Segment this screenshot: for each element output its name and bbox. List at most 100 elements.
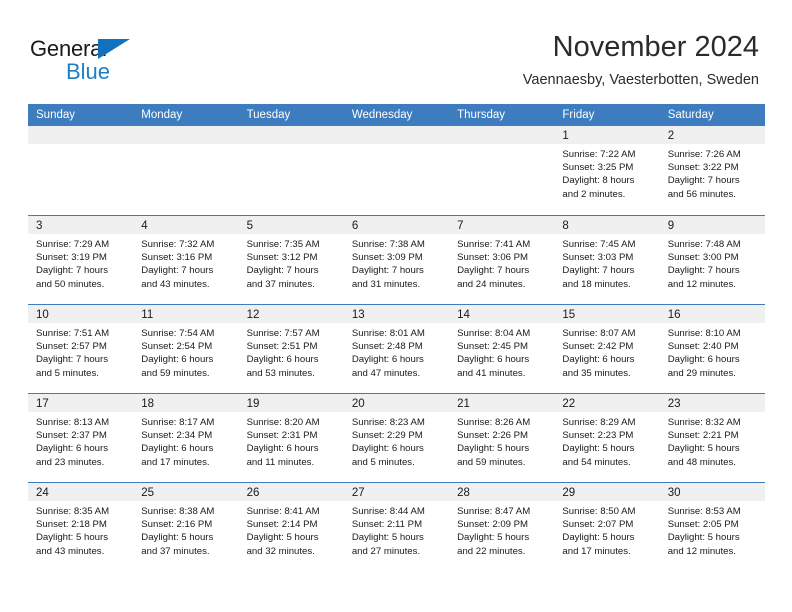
day-cell-25[interactable]: 25 Sunrise: 8:38 AM Sunset: 2:16 PM Dayligh… — [133, 483, 239, 571]
day-cell-28[interactable]: 28 Sunrise: 8:47 AM Sunset: 2:09 PM Dayligh… — [449, 483, 555, 571]
day-cell-24[interactable]: 24 Sunrise: 8:35 AM Sunset: 2:18 PM Dayligh… — [28, 483, 134, 571]
day-details: Sunrise: 8:17 AM Sunset: 2:34 PM Daylight:… — [133, 412, 238, 469]
day-details: Sunrise: 8:10 AM Sunset: 2:40 PM Daylight:… — [660, 323, 765, 380]
day-detail-line: and 5 minutes. — [351, 456, 415, 468]
day-detail-line: Daylight: 8 hours — [562, 175, 635, 187]
day-detail-line: Daylight: 7 hours — [667, 175, 740, 187]
day-detail-line: and 50 minutes. — [36, 278, 105, 290]
day-cell-16[interactable]: 16 Sunrise: 8:10 AM Sunset: 2:40 PM Dayligh… — [659, 305, 765, 393]
day-cell-18[interactable]: 18 Sunrise: 8:17 AM Sunset: 2:34 PM Dayligh… — [133, 394, 239, 482]
day-details: Sunrise: 8:53 AM Sunset: 2:05 PM Daylight:… — [660, 501, 765, 558]
calendar-weeks: 1 Sunrise: 7:22 AM Sunset: 3:25 PM Daylight… — [28, 126, 765, 571]
day-detail-line: Sunrise: 7:45 AM — [562, 239, 636, 250]
day-detail-line: and 53 minutes. — [246, 367, 315, 379]
day-cell-12[interactable]: 12 Sunrise: 7:57 AM Sunset: 2:51 PM Dayligh… — [238, 305, 344, 393]
calendar-week-row: 10 Sunrise: 7:51 AM Sunset: 2:57 PM Dayligh… — [28, 304, 765, 393]
day-detail-line: Daylight: 5 hours — [141, 532, 214, 544]
day-detail-line: and 59 minutes. — [141, 367, 210, 379]
day-detail-line: Daylight: 5 hours — [667, 532, 740, 544]
day-detail-line: Sunset: 2:51 PM — [246, 341, 318, 353]
day-cell-30[interactable]: 30 Sunrise: 8:53 AM Sunset: 2:05 PM Dayligh… — [659, 483, 765, 571]
day-number-band: 8 — [554, 216, 660, 234]
day-cell-20[interactable]: 20 Sunrise: 8:23 AM Sunset: 2:29 PM Dayligh… — [343, 394, 450, 482]
day-details — [344, 144, 449, 148]
day-number: 29 — [562, 487, 576, 499]
day-number-band: 19 — [238, 394, 344, 412]
day-cell-7[interactable]: 7 Sunrise: 7:41 AM Sunset: 3:06 PM Daylight… — [449, 216, 555, 304]
weekday-header-thursday: Thursday — [457, 109, 506, 121]
day-cell-21[interactable]: 21 Sunrise: 8:26 AM Sunset: 2:26 PM Dayligh… — [449, 394, 555, 482]
calendar-week-row: 1 Sunrise: 7:22 AM Sunset: 3:25 PM Daylight… — [28, 126, 765, 215]
calendar-grid: Sunday Monday Tuesday Wednesday Thursday Frid… — [28, 104, 765, 571]
day-detail-line: Sunrise: 7:35 AM — [246, 239, 320, 250]
day-cell-29[interactable]: 29 Sunrise: 8:50 AM Sunset: 2:07 PM Dayligh… — [554, 483, 660, 571]
day-detail-line: Sunrise: 7:29 AM — [36, 239, 110, 250]
day-number: 16 — [667, 309, 681, 321]
day-cell-6[interactable]: 6 Sunrise: 7:38 AM Sunset: 3:09 PM Daylight… — [343, 216, 450, 304]
day-detail-line: and 35 minutes. — [562, 367, 631, 379]
day-number-band: 15 — [554, 305, 660, 323]
day-number-band: 16 — [659, 305, 765, 323]
day-cell-11[interactable]: 11 Sunrise: 7:54 AM Sunset: 2:54 PM Dayligh… — [133, 305, 239, 393]
day-cell-1[interactable]: 1 Sunrise: 7:22 AM Sunset: 3:25 PM Daylight… — [554, 126, 660, 215]
generalblue-logo[interactable]: General Blue — [30, 36, 150, 84]
day-detail-line: Sunrise: 8:13 AM — [36, 417, 110, 428]
day-cell-empty — [28, 126, 134, 215]
triangle-flag-icon — [98, 39, 130, 59]
day-cell-15[interactable]: 15 Sunrise: 8:07 AM Sunset: 2:42 PM Dayligh… — [554, 305, 660, 393]
day-detail-line: and 23 minutes. — [36, 456, 105, 468]
day-cell-3[interactable]: 3 Sunrise: 7:29 AM Sunset: 3:19 PM Daylight… — [28, 216, 134, 304]
day-cell-23[interactable]: 23 Sunrise: 8:32 AM Sunset: 2:21 PM Dayligh… — [659, 394, 765, 482]
day-detail-line: Sunset: 2:31 PM — [246, 430, 318, 442]
day-detail-line: Sunset: 3:25 PM — [562, 162, 634, 174]
day-detail-line: Sunrise: 7:54 AM — [141, 328, 215, 339]
day-cell-2[interactable]: 2 Sunrise: 7:26 AM Sunset: 3:22 PM Daylight… — [659, 126, 765, 215]
title-block: November 2024 Vaennaesby, Vaesterbotten,… — [523, 30, 759, 90]
day-cell-4[interactable]: 4 Sunrise: 7:32 AM Sunset: 3:16 PM Daylight… — [133, 216, 239, 304]
day-number-band — [449, 126, 555, 144]
day-detail-line: Sunrise: 8:23 AM — [351, 417, 425, 428]
day-cell-13[interactable]: 13 Sunrise: 8:01 AM Sunset: 2:48 PM Dayligh… — [343, 305, 450, 393]
day-number: 25 — [141, 487, 155, 499]
day-cell-22[interactable]: 22 Sunrise: 8:29 AM Sunset: 2:23 PM Dayligh… — [554, 394, 660, 482]
day-detail-line: Daylight: 5 hours — [457, 443, 530, 455]
day-details: Sunrise: 8:38 AM Sunset: 2:16 PM Daylight:… — [133, 501, 238, 558]
day-number: 20 — [351, 398, 365, 410]
day-detail-line: Sunrise: 8:01 AM — [351, 328, 425, 339]
page-header: General Blue November 2024 Vaennaesby, V… — [0, 0, 792, 104]
day-cell-26[interactable]: 26 Sunrise: 8:41 AM Sunset: 2:14 PM Dayligh… — [238, 483, 344, 571]
day-cell-10[interactable]: 10 Sunrise: 7:51 AM Sunset: 2:57 PM Dayligh… — [28, 305, 134, 393]
day-details — [28, 144, 133, 148]
day-cell-27[interactable]: 27 Sunrise: 8:44 AM Sunset: 2:11 PM Dayligh… — [343, 483, 450, 571]
day-details: Sunrise: 7:54 AM Sunset: 2:54 PM Daylight:… — [133, 323, 238, 380]
day-detail-line: Sunset: 2:23 PM — [562, 430, 634, 442]
day-number-band: 7 — [449, 216, 555, 234]
day-detail-line: Sunrise: 8:29 AM — [562, 417, 636, 428]
day-detail-line: Sunset: 3:12 PM — [246, 252, 318, 264]
day-number-band: 27 — [343, 483, 450, 501]
calendar-page: General Blue November 2024 Vaennaesby, V… — [0, 0, 792, 612]
day-cell-9[interactable]: 9 Sunrise: 7:48 AM Sunset: 3:00 PM Daylight… — [659, 216, 765, 304]
day-details — [133, 144, 238, 148]
day-details: Sunrise: 8:32 AM Sunset: 2:21 PM Daylight:… — [660, 412, 765, 469]
day-number: 23 — [667, 398, 681, 410]
day-detail-line: Daylight: 6 hours — [457, 354, 530, 366]
calendar-week-row: 24 Sunrise: 8:35 AM Sunset: 2:18 PM Dayligh… — [28, 482, 765, 571]
page-subtitle: Vaennaesby, Vaesterbotten, Sweden — [522, 72, 759, 88]
day-detail-line: and 12 minutes. — [667, 278, 736, 290]
day-cell-8[interactable]: 8 Sunrise: 7:45 AM Sunset: 3:03 PM Daylight… — [554, 216, 660, 304]
day-detail-line: and 54 minutes. — [562, 456, 631, 468]
day-cell-5[interactable]: 5 Sunrise: 7:35 AM Sunset: 3:12 PM Daylight… — [238, 216, 344, 304]
day-cell-19[interactable]: 19 Sunrise: 8:20 AM Sunset: 2:31 PM Dayligh… — [238, 394, 344, 482]
day-detail-line: Daylight: 7 hours — [457, 265, 530, 277]
day-detail-line: Sunset: 2:29 PM — [351, 430, 423, 442]
day-number: 5 — [246, 220, 253, 232]
day-details: Sunrise: 7:51 AM Sunset: 2:57 PM Daylight:… — [28, 323, 133, 380]
day-number-band: 13 — [343, 305, 450, 323]
day-details: Sunrise: 7:35 AM Sunset: 3:12 PM Daylight:… — [239, 234, 344, 291]
day-number-band: 9 — [659, 216, 765, 234]
day-detail-line: Sunset: 3:19 PM — [36, 252, 107, 264]
day-cell-14[interactable]: 14 Sunrise: 8:04 AM Sunset: 2:45 PM Dayligh… — [449, 305, 555, 393]
day-cell-17[interactable]: 17 Sunrise: 8:13 AM Sunset: 2:37 PM Dayligh… — [28, 394, 134, 482]
calendar-week-row: 3 Sunrise: 7:29 AM Sunset: 3:19 PM Daylight… — [28, 215, 765, 304]
